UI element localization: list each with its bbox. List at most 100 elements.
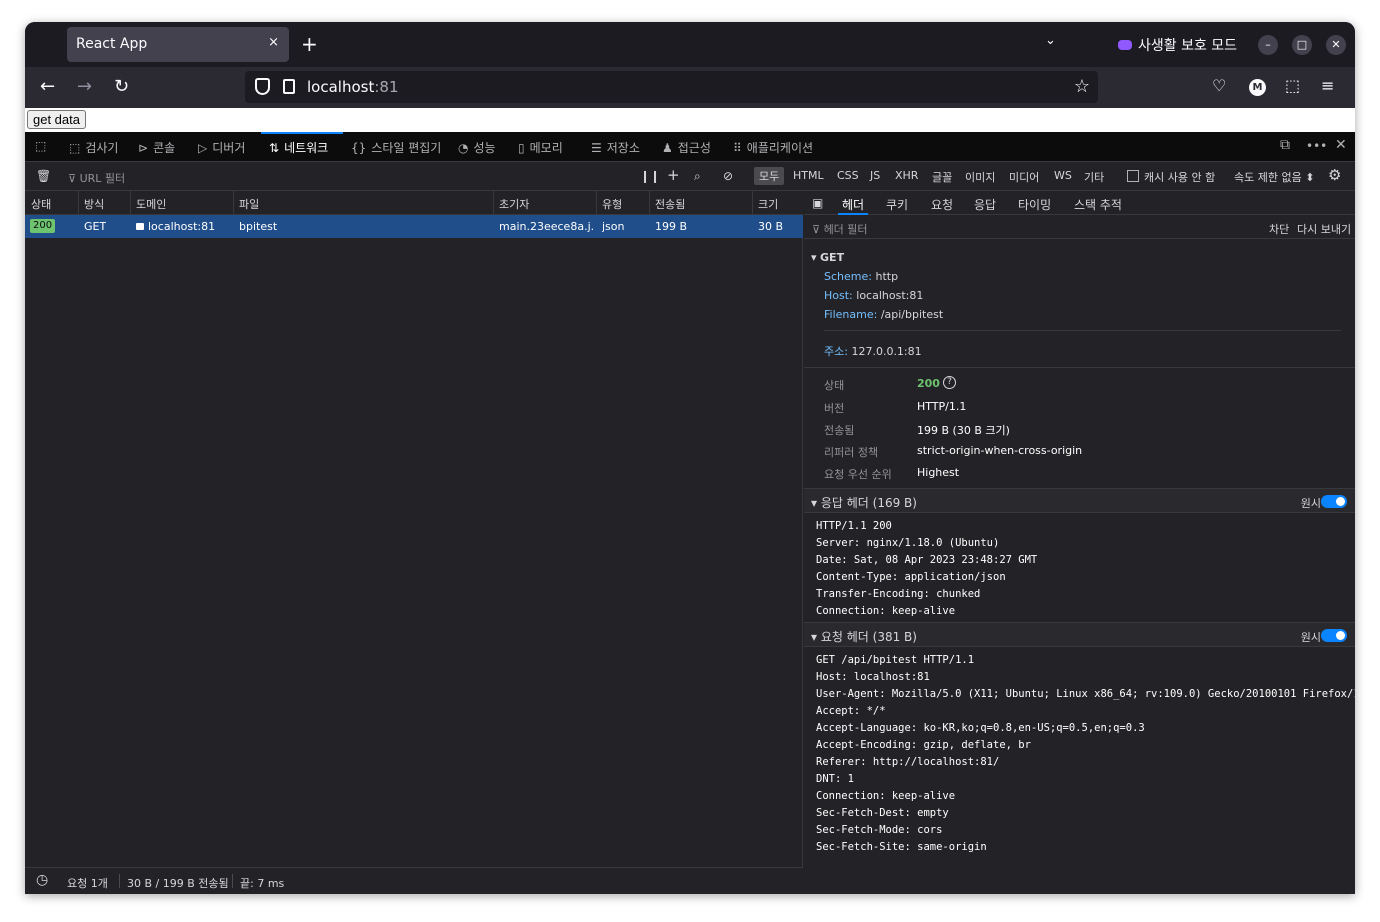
- disable-cache-label[interactable]: 캐시 사용 안 함: [1144, 169, 1215, 185]
- storage-icon: ☰: [591, 141, 602, 155]
- col-initiator[interactable]: 초기자: [499, 196, 529, 212]
- more-options-icon[interactable]: •••: [1306, 139, 1327, 153]
- help-icon[interactable]: ?: [943, 376, 956, 389]
- col-file[interactable]: 파일: [239, 196, 259, 212]
- tab-title: React App: [76, 36, 148, 52]
- inspector-icon: ⬚: [69, 141, 81, 155]
- accessibility-icon: ♟: [662, 141, 673, 155]
- get-section-title[interactable]: ▾ GET: [811, 251, 844, 264]
- resend-button[interactable]: 다시 보내기: [1297, 221, 1351, 237]
- filter-css[interactable]: CSS: [837, 169, 859, 182]
- request-method: GET: [84, 220, 107, 233]
- back-icon[interactable]: ←: [40, 76, 55, 97]
- block-button[interactable]: 차단: [1269, 221, 1289, 237]
- performance-analysis-icon[interactable]: ◷: [36, 872, 48, 888]
- filter-fonts[interactable]: 글꼴: [932, 169, 952, 185]
- close-tab-icon[interactable]: ×: [268, 35, 279, 50]
- debugger-icon: ▷: [198, 141, 208, 155]
- tab-headers[interactable]: 헤더: [842, 196, 864, 213]
- finish-time: 끝: 7 ms: [240, 877, 285, 890]
- page-info-icon[interactable]: [283, 79, 295, 94]
- filter-other[interactable]: 기타: [1084, 169, 1104, 185]
- tab-memory[interactable]: ▯ 메모리: [518, 139, 563, 156]
- headers-filter-input[interactable]: ⊽ 헤더 필터: [812, 221, 868, 237]
- search-icon[interactable]: ⌕: [694, 169, 701, 184]
- filter-xhr[interactable]: XHR: [895, 169, 918, 182]
- toggle-sidebar-icon[interactable]: ▣: [812, 196, 823, 210]
- private-mode-indicator: 사생활 보호 모드: [1118, 35, 1237, 55]
- menu-icon[interactable]: ≡: [1321, 76, 1334, 95]
- col-type[interactable]: 유형: [602, 196, 622, 212]
- forward-icon[interactable]: →: [77, 76, 92, 97]
- tab-console[interactable]: ⊳ 콘솔: [138, 139, 175, 156]
- tracking-protection-icon[interactable]: [255, 78, 270, 95]
- response-headers-bar[interactable]: ▾ 응답 헤더 (169 B) 원시: [804, 488, 1355, 513]
- filter-images[interactable]: 이미지: [965, 169, 995, 185]
- browser-window: React App × + ⌄ 사생활 보호 모드 – □ ✕ ← → ↻ lo…: [25, 22, 1355, 894]
- page-content: get data: [25, 108, 1355, 132]
- minimize-icon[interactable]: –: [1258, 35, 1278, 55]
- tab-network[interactable]: ⇅ 네트워크: [269, 139, 328, 156]
- throttling-select[interactable]: 속도 제한 없음 ⬍: [1234, 169, 1314, 185]
- tab-storage[interactable]: ☰ 저장소: [591, 139, 640, 156]
- extensions-icon[interactable]: ⬚: [1285, 76, 1300, 95]
- close-devtools-icon[interactable]: ✕: [1335, 137, 1347, 153]
- request-raw-toggle[interactable]: [1321, 629, 1347, 642]
- request-headers-bar[interactable]: ▾ 요청 헤더 (381 B) 원시: [804, 622, 1355, 647]
- filter-media[interactable]: 미디어: [1009, 169, 1039, 185]
- filter-all[interactable]: 모두: [754, 167, 785, 185]
- tab-inspector[interactable]: ⬚ 검사기: [69, 139, 118, 156]
- request-row[interactable]: 200 GET localhost:81 bpitest main.23eece…: [25, 215, 803, 238]
- tab-accessibility[interactable]: ♟ 접근성: [662, 139, 711, 156]
- url-text[interactable]: localhost:81: [307, 78, 398, 96]
- col-size[interactable]: 크기: [758, 196, 778, 212]
- tab-cookies[interactable]: 쿠키: [886, 196, 908, 213]
- browser-tab[interactable]: React App ×: [67, 27, 289, 62]
- reload-icon[interactable]: ↻: [114, 76, 129, 97]
- prop-version-label: 버전: [824, 402, 845, 415]
- add-icon[interactable]: +: [667, 166, 680, 184]
- tab-response[interactable]: 응답: [974, 196, 996, 213]
- tab-request[interactable]: 요청: [931, 196, 953, 213]
- settings-gear-icon[interactable]: ⚙: [1328, 166, 1341, 184]
- selected-tab-indicator: [261, 132, 343, 134]
- clear-trash-icon[interactable]: 🗑: [36, 169, 51, 183]
- address-row: 주소: 127.0.0.1:81: [824, 345, 922, 358]
- private-mask-icon: [1118, 40, 1132, 50]
- col-transferred[interactable]: 전송됨: [655, 196, 685, 212]
- pocket-icon[interactable]: ♡: [1212, 76, 1226, 95]
- status-badge: 200: [30, 219, 56, 233]
- maximize-icon[interactable]: □: [1292, 35, 1312, 55]
- address-bar[interactable]: localhost:81 ☆: [245, 71, 1098, 103]
- tab-timings[interactable]: 타이밍: [1018, 196, 1051, 213]
- filter-ws[interactable]: WS: [1054, 169, 1072, 182]
- request-size: 30 B: [758, 220, 784, 233]
- url-filter-input[interactable]: ⊽ URL 필터: [68, 170, 125, 186]
- get-data-button[interactable]: get data: [27, 110, 86, 129]
- col-method[interactable]: 방식: [84, 196, 104, 212]
- private-mode-label: 사생활 보호 모드: [1138, 38, 1238, 54]
- col-domain[interactable]: 도메인: [136, 196, 166, 212]
- disable-cache-checkbox[interactable]: [1127, 170, 1139, 182]
- element-picker-icon[interactable]: ⬚: [35, 139, 46, 153]
- tab-style-editor[interactable]: {} 스타일 편집기: [351, 139, 441, 156]
- filter-html[interactable]: HTML: [793, 169, 824, 182]
- tab-application[interactable]: ⠿ 애플리케이션: [733, 139, 813, 156]
- window-close-icon[interactable]: ✕: [1326, 35, 1346, 55]
- tab-stack-trace[interactable]: 스택 추적: [1074, 196, 1122, 213]
- tab-performance[interactable]: ◔ 성능: [458, 139, 496, 156]
- pause-icon[interactable]: ❙❙: [640, 169, 660, 183]
- details-tabs: ▣ 헤더 쿠키 요청 응답 타이밍 스택 추적: [804, 191, 1355, 215]
- filter-js[interactable]: JS: [870, 169, 880, 182]
- application-icon: ⠿: [733, 141, 742, 155]
- block-icon[interactable]: ⊘: [723, 169, 733, 183]
- response-raw-toggle[interactable]: [1321, 495, 1347, 508]
- col-status[interactable]: 상태: [31, 196, 51, 212]
- new-tab-icon[interactable]: +: [301, 32, 318, 56]
- account-avatar[interactable]: M: [1249, 79, 1266, 96]
- request-initiator[interactable]: main.23eece8a.j...: [499, 220, 593, 233]
- tab-debugger[interactable]: ▷ 디버거: [198, 139, 245, 156]
- dock-icon[interactable]: ⧉: [1280, 137, 1290, 153]
- tab-list-chevron-icon[interactable]: ⌄: [1045, 33, 1056, 48]
- bookmark-star-icon[interactable]: ☆: [1074, 76, 1090, 97]
